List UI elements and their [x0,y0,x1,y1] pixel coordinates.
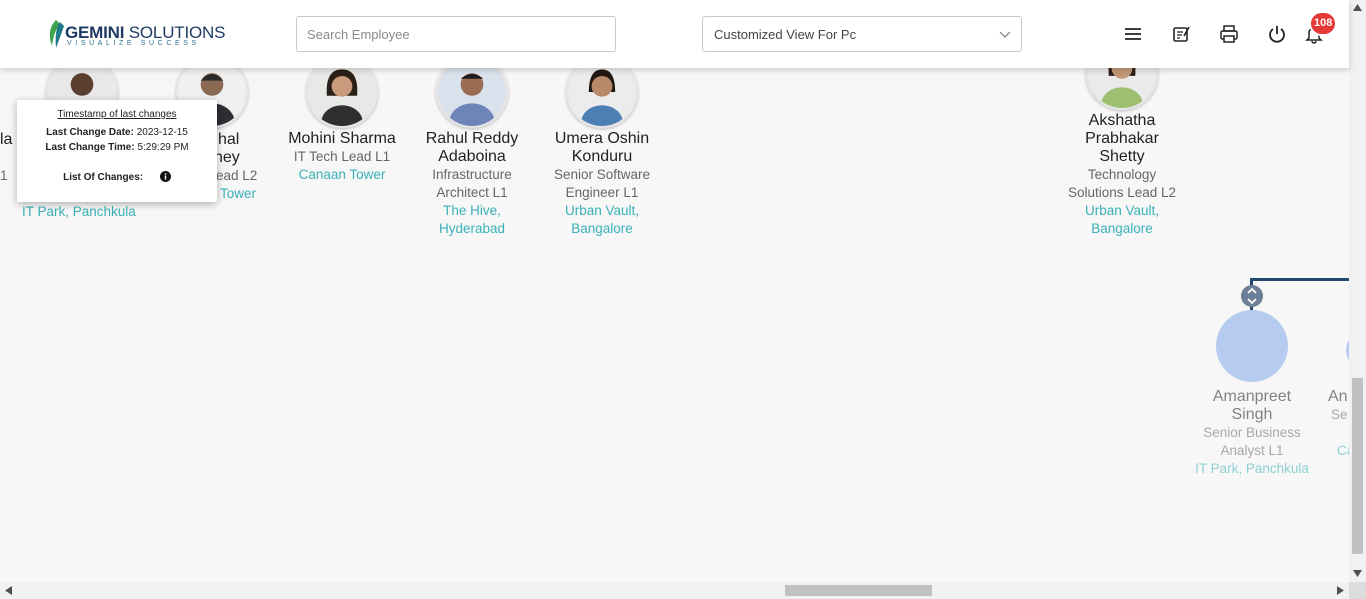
employee-role: Analyst L1 [1220,443,1284,458]
vertical-scrollbar[interactable] [1349,0,1366,582]
power-icon[interactable] [1267,24,1287,44]
employee-role: Architect L1 [436,185,508,200]
search-employee-input[interactable] [296,16,616,52]
employee-name: An [1328,388,1348,405]
view-select-dropdown[interactable]: Customized View For Pc [702,16,1022,52]
horizontal-scrollbar[interactable] [0,582,1349,599]
employee-location[interactable]: Urban Vault, [537,202,667,220]
avatar-placeholder [1216,310,1288,382]
leaf-logo-icon [49,20,64,48]
change-timestamp-tooltip: Timestamp of last changes Last Change Da… [17,100,217,202]
employee-card-rahul-reddy-adaboina[interactable]: Rahul Reddy Adaboina Infrastructure Arch… [407,56,537,238]
employee-card-mohini-sharma[interactable]: Mohini Sharma IT Tech Lead L1 Canaan Tow… [277,56,407,184]
partial-name-text: la [0,131,13,148]
view-select-value: Customized View For Pc [714,27,857,42]
employee-name: hal [218,131,240,148]
employee-name: Akshatha [1088,112,1156,129]
info-icon[interactable] [159,171,171,182]
employee-name: Mohini Sharma [288,130,396,147]
last-change-time-label: Last Change Time: [45,142,135,153]
partial-role-text: 1 [0,168,8,183]
horizontal-scroll-thumb[interactable] [785,585,932,596]
scroll-right-arrow-icon[interactable] [1337,586,1344,595]
employee-location[interactable]: Bangalore [537,220,667,238]
person-photo-icon [568,58,636,126]
employee-name: ney [214,149,240,166]
employee-role: Senior Business [1203,425,1301,440]
employee-location[interactable]: The Hive, [407,202,537,220]
employee-card-umera-oshin-konduru[interactable]: Umera Oshin Konduru Senior Software Engi… [537,56,667,238]
company-logo[interactable]: GEMINI SOLUTIONS VISUALIZE SUCCESS [46,18,225,52]
org-connector-line [1250,278,1350,281]
tooltip-title: Timestamp of last changes [57,109,177,120]
employee-role: Technology [1087,167,1157,182]
partial-location-text: IT Park, Panchkula [22,204,136,219]
employee-role: IT Tech Lead L1 [293,149,391,164]
scroll-down-arrow-icon[interactable] [1353,570,1362,577]
last-change-date-label: Last Change Date: [46,127,134,138]
expand-toggle-button[interactable] [1241,285,1263,307]
employee-name: Konduru [571,148,633,165]
list-of-changes-row: List Of Changes: [17,171,217,183]
person-photo-icon [308,58,376,126]
employee-name: Umera Oshin [554,130,650,147]
employee-location[interactable]: Bangalore [1057,220,1187,238]
last-change-date-value: 2023-12-15 [136,127,188,138]
last-change-time-value: 5:29:29 PM [137,142,189,153]
menu-icon[interactable] [1123,24,1143,44]
employee-role: ead L2 [216,168,258,183]
list-of-changes-label: List Of Changes: [63,172,144,183]
employee-role: Solutions Lead L2 [1067,185,1177,200]
employee-card-akshatha-prabhakar-shetty[interactable]: Akshatha Prabhakar Shetty Technology Sol… [1057,38,1187,238]
employee-name: Amanpreet [1212,388,1292,405]
employee-location[interactable]: Canaan Tower [277,166,407,184]
last-change-date-row: Last Change Date: 2023-12-15 [17,127,217,138]
last-change-time-row: Last Change Time: 5:29:29 PM [17,142,217,153]
employee-location[interactable]: Hyderabad [407,220,537,238]
employee-role: Infrastructure [432,167,512,182]
scroll-up-arrow-icon[interactable] [1353,4,1362,11]
employee-name: Prabhakar [1085,130,1159,147]
notification-badge[interactable]: 108 [1311,13,1336,34]
employee-role: Engineer L1 [565,185,639,200]
collapse-arrows-icon [1247,287,1257,305]
employee-card-amanpreet-singh[interactable]: Amanpreet Singh Senior Business Analyst … [1187,310,1317,478]
person-photo-icon [438,58,506,126]
employee-role: Se [1331,407,1348,422]
print-icon[interactable] [1219,24,1239,44]
vertical-scroll-thumb[interactable] [1352,378,1363,554]
employee-location: Tower [220,186,257,201]
employee-location[interactable]: IT Park, Panchkula [1187,460,1317,478]
top-header: GEMINI SOLUTIONS VISUALIZE SUCCESS Custo… [0,0,1349,68]
scroll-left-arrow-icon[interactable] [5,586,12,595]
employee-role: Senior Software [553,167,651,182]
employee-name: Shetty [1099,148,1145,165]
employee-name: Adaboina [438,148,506,165]
logo-tagline: VISUALIZE SUCCESS [67,40,200,47]
chevron-down-icon [999,31,1011,38]
scrollbar-corner [1349,582,1366,599]
notes-icon[interactable] [1171,24,1191,44]
employee-name: Singh [1231,406,1273,423]
employee-location[interactable]: Urban Vault, [1057,202,1187,220]
employee-name: Rahul Reddy [425,130,519,147]
